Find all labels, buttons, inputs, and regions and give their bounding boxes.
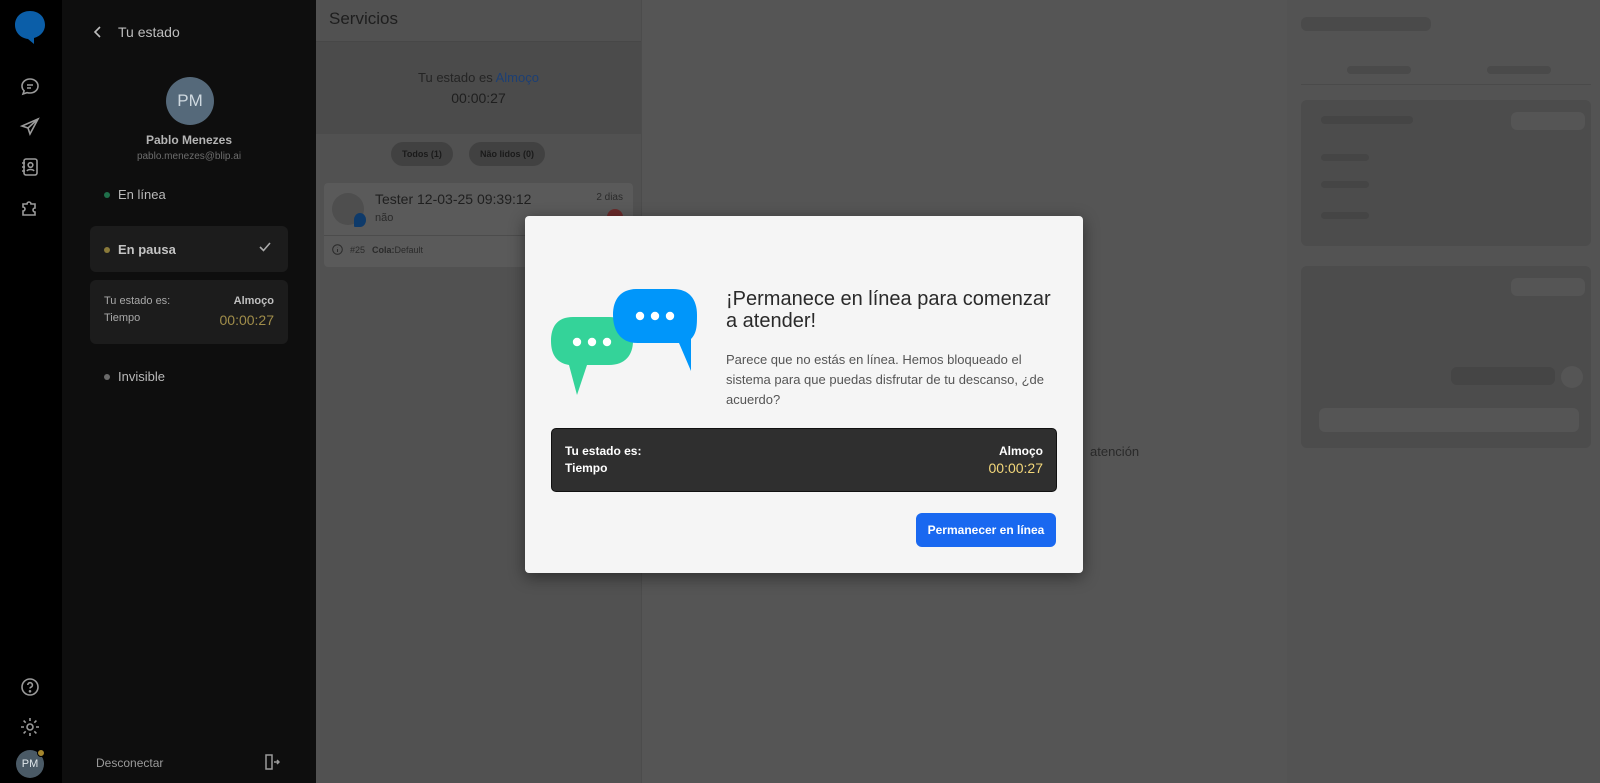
logout-icon[interactable] <box>262 753 280 771</box>
status-option-label: En línea <box>118 187 166 202</box>
modal-status-label: Tu estado es: <box>565 444 642 458</box>
puzzle-icon[interactable] <box>19 196 41 218</box>
modal-status-value: Almoço <box>998 444 1043 458</box>
ticket-name: Tester 12-03-25 09:39:12 <box>375 191 532 207</box>
send-icon[interactable] <box>19 116 41 138</box>
modal-title: ¡Permanece en línea para comenzar a aten… <box>726 288 1051 332</box>
contact-avatar <box>332 193 366 227</box>
user-name: Pablo Menezes <box>145 133 233 147</box>
status-option-paused[interactable]: En pausa <box>90 226 288 272</box>
check-icon <box>259 242 271 252</box>
empty-state-text: atención <box>1090 444 1140 459</box>
paused-dot <box>104 246 110 253</box>
stay-online-modal: ¡Permanece en línea para comenzar a aten… <box>525 216 1083 573</box>
skeleton-bar <box>1451 367 1555 385</box>
divider <box>1301 84 1591 85</box>
skeleton-bar <box>1321 116 1413 124</box>
status-option-label: En pausa <box>118 242 176 257</box>
skeleton-bar <box>1511 278 1585 296</box>
status-prefix: Tu estado es <box>418 70 493 85</box>
ticket-queue: Cola:Default <box>372 245 423 255</box>
icon-rail: PM <box>0 0 62 783</box>
status-panel: Tu estado PM Pablo Menezes pablo.menezes… <box>62 0 316 783</box>
disconnect-button[interactable]: Desconectar <box>96 756 163 770</box>
contacts-icon[interactable] <box>19 156 41 178</box>
queue-value: Default <box>394 244 424 255</box>
avatar-initials: PM <box>21 758 39 770</box>
user-avatar[interactable]: PM <box>16 749 45 778</box>
status-value: Almoço <box>233 295 274 307</box>
status-option-label: Invisible <box>118 369 165 384</box>
skeleton-bar <box>1347 66 1411 74</box>
ticket-footer: #25 Cola:Default <box>332 244 423 255</box>
user-email: pablo.menezes@blip.ai <box>136 151 242 162</box>
stay-online-button[interactable]: Permanecer en línea <box>916 513 1056 547</box>
status-dot <box>37 749 45 757</box>
status-line: Tu estado es Almoço <box>316 70 641 85</box>
skeleton-bar <box>1321 181 1369 188</box>
modal-status-summary: Tu estado es: Tiempo Almoço 00:00:27 <box>551 428 1057 492</box>
blip-channel-icon <box>354 213 366 227</box>
services-title: Servicios <box>329 9 398 28</box>
modal-time-label: Tiempo <box>565 461 608 475</box>
status-option-invisible[interactable]: Invisible <box>104 369 165 384</box>
ticket-age: 2 dias <box>596 192 623 203</box>
invisible-dot <box>104 373 110 380</box>
info-icon <box>332 244 343 255</box>
profile-avatar: PM <box>166 77 214 125</box>
skeleton-bar <box>1487 66 1551 74</box>
time-label: Tiempo <box>104 312 141 324</box>
skeleton-bar <box>1511 112 1585 130</box>
modal-time-value: 00:00:27 <box>988 460 1044 476</box>
skeleton-bar <box>1321 154 1369 161</box>
blip-logo-icon[interactable] <box>14 10 46 44</box>
online-dot <box>104 191 110 198</box>
modal-description: Parece que no estás en línea. Hemos bloq… <box>726 352 1044 407</box>
status-banner <box>316 41 641 134</box>
status-option-online[interactable]: En línea <box>104 187 166 202</box>
status-timer: 00:00:27 <box>451 90 506 106</box>
skeleton-bar <box>1319 408 1579 432</box>
time-value: 00:00:27 <box>219 312 275 328</box>
filter-unread[interactable]: Não lidos (0) <box>469 142 546 166</box>
status-value-link: Almoço <box>495 70 539 85</box>
status-header: Tu estado <box>92 24 180 40</box>
help-icon[interactable] <box>19 676 41 698</box>
filter-all[interactable]: Todos (1) <box>391 142 453 166</box>
skeleton-circle <box>1561 366 1583 388</box>
chat-icon[interactable] <box>19 76 41 98</box>
ticket-id: #25 <box>350 244 366 255</box>
details-panel <box>1287 0 1600 783</box>
ticket-last-message: não <box>375 212 394 224</box>
chat-bubbles-illustration <box>551 289 697 395</box>
back-icon[interactable] <box>92 26 104 38</box>
skeleton-bar <box>1321 212 1369 219</box>
profile-initials: PM <box>177 91 203 110</box>
status-label: Tu estado es: <box>104 295 171 307</box>
queue-label: Cola: <box>372 244 395 255</box>
status-summary: Tu estado es: Tiempo Almoço 00:00:27 <box>90 280 288 344</box>
settings-icon[interactable] <box>19 716 41 738</box>
skeleton-bar <box>1301 17 1431 31</box>
status-title: Tu estado <box>118 24 180 40</box>
